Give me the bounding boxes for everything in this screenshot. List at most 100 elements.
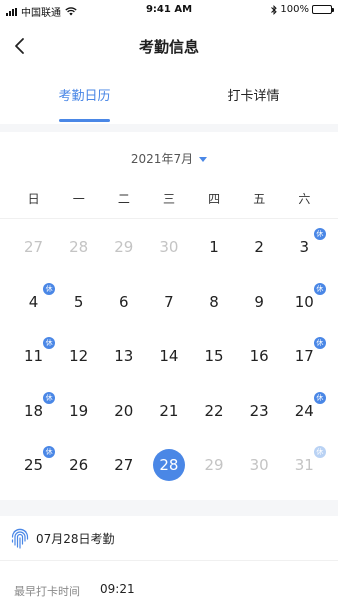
battery-percent: 100% [280, 4, 309, 15]
day-number: 2 [254, 238, 264, 256]
weekday-header: 日一二三四五六 [11, 190, 327, 207]
weekday-label: 三 [162, 192, 175, 206]
calendar-day[interactable]: 24 休 [282, 386, 327, 441]
day-number: 20 [114, 401, 134, 420]
day-number: 12 [69, 347, 89, 365]
calendar-day[interactable]: 28 [56, 222, 101, 277]
day-number: 15 [204, 347, 224, 365]
attendance-header: 07月28日考勤 [0, 516, 338, 560]
calendar-day[interactable]: 26 [56, 440, 101, 495]
status-bar: 中国联通 9:41 AM 100% [0, 0, 338, 20]
day-number: 17 [294, 347, 314, 365]
earliest-clock-in-row: 最早打卡时间 09:21 [0, 561, 338, 600]
earliest-clock-in-value: 09:21 [100, 582, 135, 596]
month-selector[interactable]: 2021年7月 [0, 150, 338, 167]
day-number: 30 [159, 238, 179, 256]
rest-day-badge: 休 [43, 337, 56, 349]
tab-attendance-calendar[interactable]: 考勤日历 [0, 72, 169, 124]
calendar-day[interactable]: 1 [192, 222, 237, 277]
day-number: 14 [159, 347, 179, 365]
nav-bar: 考勤信息 [0, 20, 338, 72]
day-number: 6 [119, 292, 129, 311]
day-number: 27 [114, 456, 134, 474]
calendar-day[interactable]: 13 [101, 331, 146, 386]
day-number: 8 [209, 292, 219, 311]
calendar-day[interactable]: 11 休 [11, 331, 56, 386]
day-number: 24 [294, 401, 314, 420]
rest-day-badge: 休 [43, 282, 56, 295]
weekday-label: 日 [27, 192, 40, 206]
caret-down-icon [199, 157, 208, 162]
calendar-day[interactable]: 5 [56, 277, 101, 332]
day-number: 23 [249, 401, 269, 420]
day-number: 7 [164, 292, 174, 311]
battery-icon [312, 5, 334, 14]
calendar-day[interactable]: 30 [146, 222, 191, 277]
weekday-label: 四 [208, 192, 221, 206]
calendar-day[interactable]: 19 [56, 386, 101, 441]
calendar-day[interactable]: 2 [237, 222, 282, 277]
day-number: 10 [294, 292, 314, 311]
calendar-day-selected[interactable]: 28 [146, 440, 191, 495]
calendar-day[interactable]: 7 [146, 277, 191, 332]
calendar-day[interactable]: 22 [192, 386, 237, 441]
calendar-day[interactable]: 29 [101, 222, 146, 277]
calendar-day[interactable]: 23 [237, 386, 282, 441]
calendar-day[interactable]: 18 休 [11, 386, 56, 441]
page-title: 考勤信息 [138, 38, 199, 56]
calendar-day[interactable]: 14 [146, 331, 191, 386]
calendar-grid: 27 28 29 30 1 2 3 休 4 休 5 6 7 8 9 10 休 11 休 12 13 14 15 16 17 休 18… [11, 222, 327, 495]
tab-underline [59, 119, 110, 122]
weekday-label: 五 [253, 192, 266, 206]
calendar-day[interactable]: 16 [237, 331, 282, 386]
calendar-day[interactable]: 27 [101, 440, 146, 495]
day-number: 26 [69, 456, 89, 474]
day-number: 28 [69, 238, 89, 256]
calendar-day[interactable]: 6 [101, 277, 146, 332]
rest-day-badge: 休 [313, 337, 326, 349]
calendar-day[interactable]: 10 休 [282, 277, 327, 332]
bluetooth-icon [271, 4, 278, 15]
day-number: 5 [73, 292, 84, 311]
day-number: 31 [294, 456, 314, 474]
day-number: 16 [249, 347, 269, 365]
calendar-day[interactable]: 29 [192, 440, 237, 495]
day-number: 21 [159, 401, 179, 420]
fingerprint-icon [11, 528, 29, 549]
tab-clock-in-details[interactable]: 打卡详情 [169, 72, 338, 124]
day-number: 30 [249, 456, 269, 474]
day-number: 28 [152, 449, 185, 481]
day-number: 13 [114, 347, 134, 365]
calendar-day[interactable]: 12 [56, 331, 101, 386]
calendar-day[interactable]: 25 休 [11, 440, 56, 495]
day-number: 9 [254, 292, 264, 311]
rest-day-badge: 休 [43, 446, 56, 458]
month-label: 2021年7月 [130, 152, 194, 166]
rest-day-badge: 休 [313, 282, 326, 295]
calendar-day[interactable]: 30 [237, 440, 282, 495]
rest-day-badge: 休 [313, 228, 326, 240]
status-right: 100% [271, 4, 334, 15]
tab-bar: 考勤日历 打卡详情 [0, 72, 338, 124]
day-number: 18 [24, 401, 44, 420]
calendar-day[interactable]: 31 休 [282, 440, 327, 495]
rest-day-badge: 休 [313, 446, 326, 458]
day-number: 22 [204, 401, 224, 420]
calendar-day[interactable]: 9 [237, 277, 282, 332]
calendar-day[interactable]: 3休 [282, 222, 327, 277]
calendar-day[interactable]: 8 [192, 277, 237, 332]
day-number: 11 [24, 347, 44, 365]
calendar-day[interactable]: 21 [146, 386, 191, 441]
day-number: 3 [299, 238, 310, 256]
day-number: 27 [24, 238, 44, 256]
calendar-day[interactable]: 4休 [11, 277, 56, 332]
day-number: 19 [69, 401, 89, 420]
day-number: 25 [24, 456, 44, 474]
day-number: 29 [204, 456, 224, 474]
calendar-day[interactable]: 15 [192, 331, 237, 386]
day-number: 1 [209, 238, 219, 256]
calendar-day[interactable]: 17 休 [282, 331, 327, 386]
calendar-day[interactable]: 20 [101, 386, 146, 441]
calendar-day[interactable]: 27 [11, 222, 56, 277]
weekday-label: 二 [117, 192, 130, 206]
